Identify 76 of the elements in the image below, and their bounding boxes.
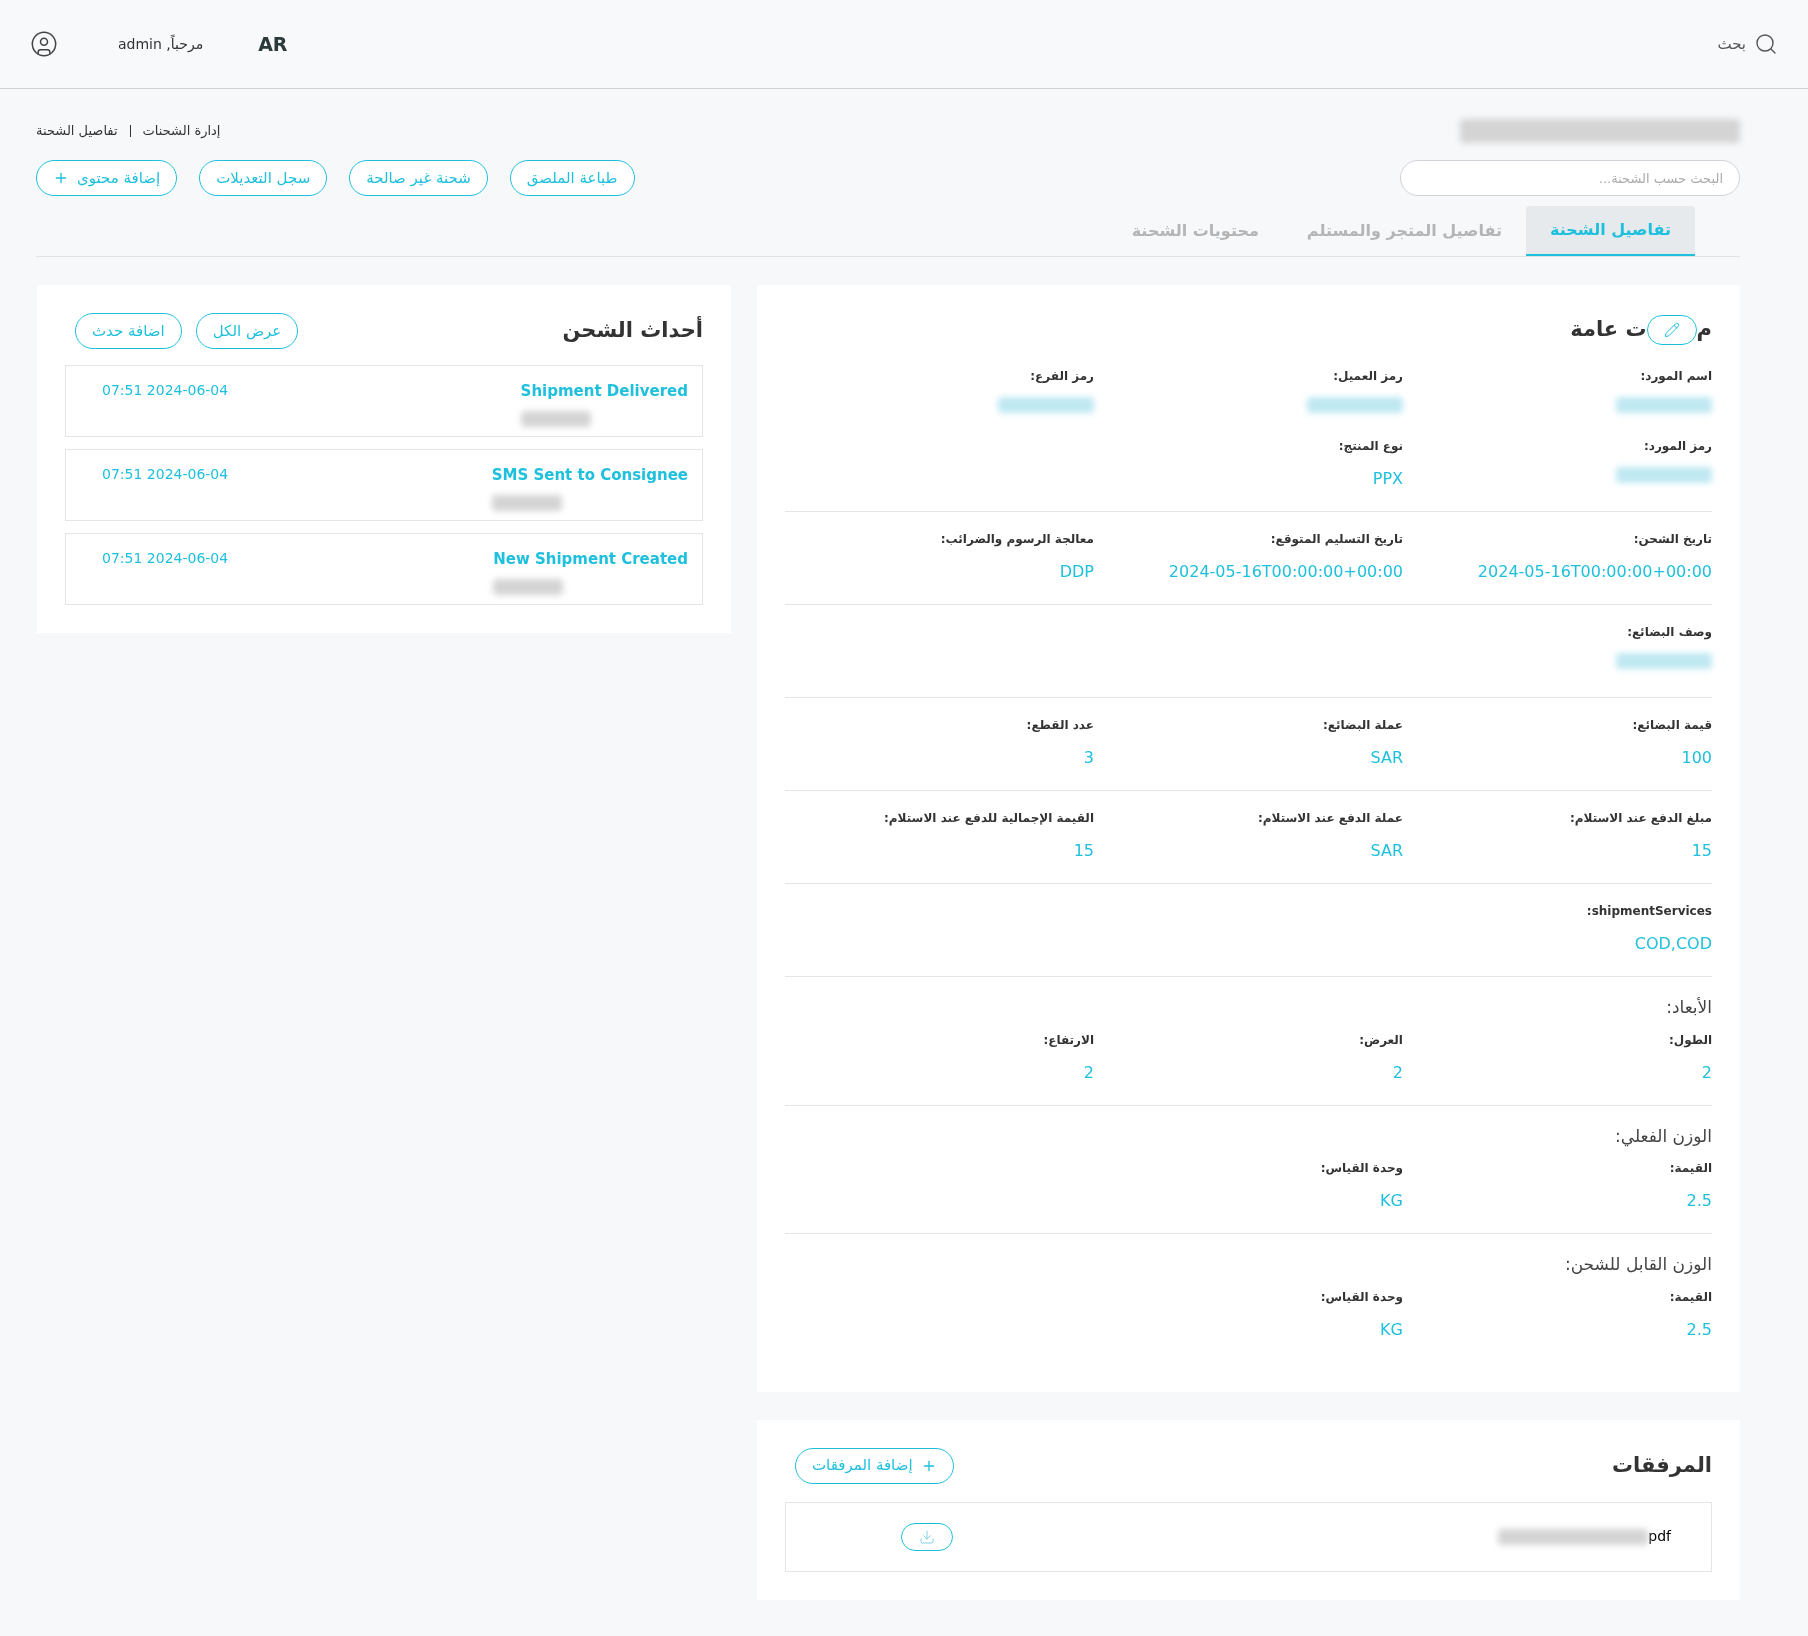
field-label: رمز العميل: xyxy=(1333,368,1403,385)
tab[interactable]: تفاصيل الشحنة xyxy=(1526,206,1695,256)
action-button[interactable]: شحنة غير صالحة xyxy=(349,160,488,196)
card-title: أحداث الشحن xyxy=(562,315,703,345)
field-value: 2.5 xyxy=(1686,1190,1712,1212)
field-label: الطول: xyxy=(1668,1031,1712,1049)
field-label: وصف البضائع: xyxy=(1627,624,1712,641)
field-label: مبلغ الدفع عند الاستلام: xyxy=(1569,810,1712,827)
field-value: 2 xyxy=(1701,1061,1712,1084)
field-value: DDP xyxy=(1059,561,1094,583)
section-heading: الوزن الفعلي: xyxy=(1614,1124,1712,1149)
event-title: Shipment Delivered xyxy=(520,381,688,402)
field-label: القيمة الإجمالية للدفع عند الاستلام: xyxy=(884,810,1094,827)
field-label: العرض: xyxy=(1359,1031,1403,1049)
field-value: 2 xyxy=(1392,1061,1403,1084)
field-label: معالجة الرسوم والضرائب: xyxy=(940,531,1094,548)
action-button[interactable]: إضافة محتوى xyxy=(36,160,178,196)
field-label: تاريخ التسليم المتوقع: xyxy=(1270,531,1403,548)
card-title: المرفقات xyxy=(1611,1451,1712,1479)
field-label: القيمة: xyxy=(1669,1288,1712,1306)
field-value: 3 xyxy=(1083,747,1094,769)
event-title: New Shipment Created xyxy=(493,549,688,570)
field-label: الارتفاع: xyxy=(1043,1031,1094,1049)
field-value: KG xyxy=(1380,1190,1403,1212)
field-label: نوع المنتج: xyxy=(1338,438,1403,455)
download-icon xyxy=(919,1528,935,1545)
field-value: 15 xyxy=(1691,840,1712,862)
event-title: SMS Sent to Consignee xyxy=(491,465,688,486)
action-button[interactable]: طباعة الملصق xyxy=(509,160,635,196)
field-label: shipmentServices: xyxy=(1586,903,1712,920)
event-action-button[interactable]: اضافة حدث xyxy=(75,313,182,349)
event-action-button[interactable]: عرض الكل xyxy=(195,313,299,349)
field-label: تاريخ الشحن: xyxy=(1633,531,1712,548)
card-title: ت عامة xyxy=(1570,316,1647,344)
breadcrumb-item: تفاصيل الشحنة xyxy=(36,122,118,141)
plus-icon xyxy=(53,170,69,186)
field-value: 2.5 xyxy=(1686,1318,1712,1341)
event-time: 2024-06-04 07:51 xyxy=(102,549,229,568)
file-extension: pdf xyxy=(1648,1527,1671,1546)
field-label: رمز الفرع: xyxy=(1030,368,1094,385)
field-value: KG xyxy=(1380,1318,1403,1341)
user-icon[interactable] xyxy=(30,30,58,58)
search-icon[interactable] xyxy=(1754,32,1778,56)
section-heading: الأبعاد: xyxy=(1665,996,1712,1019)
field-value: SAR xyxy=(1370,840,1403,862)
field-value: 100 xyxy=(1681,747,1712,769)
event-time: 2024-06-04 07:51 xyxy=(102,465,229,484)
field-label: قيمة البضائع: xyxy=(1632,717,1712,734)
field-value: 2024-05-16T00:00:00+00:00 xyxy=(1477,561,1712,583)
event-time: 2024-06-04 07:51 xyxy=(102,381,229,400)
language-code[interactable]: AR xyxy=(258,29,288,59)
field-value: 2024-05-16T00:00:00+00:00 xyxy=(1168,561,1403,583)
search-field[interactable]: البحث حسب الشحنة... xyxy=(1400,160,1740,196)
card-title: م xyxy=(1696,316,1712,344)
field-label: وحدة القياس: xyxy=(1320,1288,1403,1306)
field-value: PPX xyxy=(1372,468,1403,490)
field-label: رمز المورد: xyxy=(1643,438,1712,455)
field-value: 2 xyxy=(1083,1061,1094,1084)
field-label: اسم المورد: xyxy=(1640,368,1712,385)
field-value: SAR xyxy=(1370,747,1403,769)
field-label: عملة الدفع عند الاستلام: xyxy=(1257,810,1403,827)
field-label: عملة البضائع: xyxy=(1323,717,1403,734)
tab[interactable]: تفاصيل المتجر والمستلم xyxy=(1282,206,1527,256)
welcome-text: مرحباً, admin xyxy=(118,33,204,54)
field-label: القيمة: xyxy=(1669,1160,1712,1177)
tab[interactable]: محتويات الشحنة xyxy=(1107,206,1283,256)
field-value: 15 xyxy=(1073,840,1094,862)
section-heading: الوزن القابل للشحن: xyxy=(1563,1253,1712,1276)
field-label: وحدة القياس: xyxy=(1320,1160,1403,1177)
field-label: عدد القطع: xyxy=(1026,717,1094,734)
breadcrumb-item[interactable]: إدارة الشحنات xyxy=(142,121,221,141)
search-label[interactable]: بحث xyxy=(1717,32,1746,56)
action-button[interactable]: سجل التعديلات xyxy=(199,160,328,196)
add-attachment-button[interactable]: إضافة المرفقات xyxy=(795,1447,954,1484)
pencil-icon xyxy=(1663,322,1680,338)
field-value: COD,COD xyxy=(1634,933,1712,955)
